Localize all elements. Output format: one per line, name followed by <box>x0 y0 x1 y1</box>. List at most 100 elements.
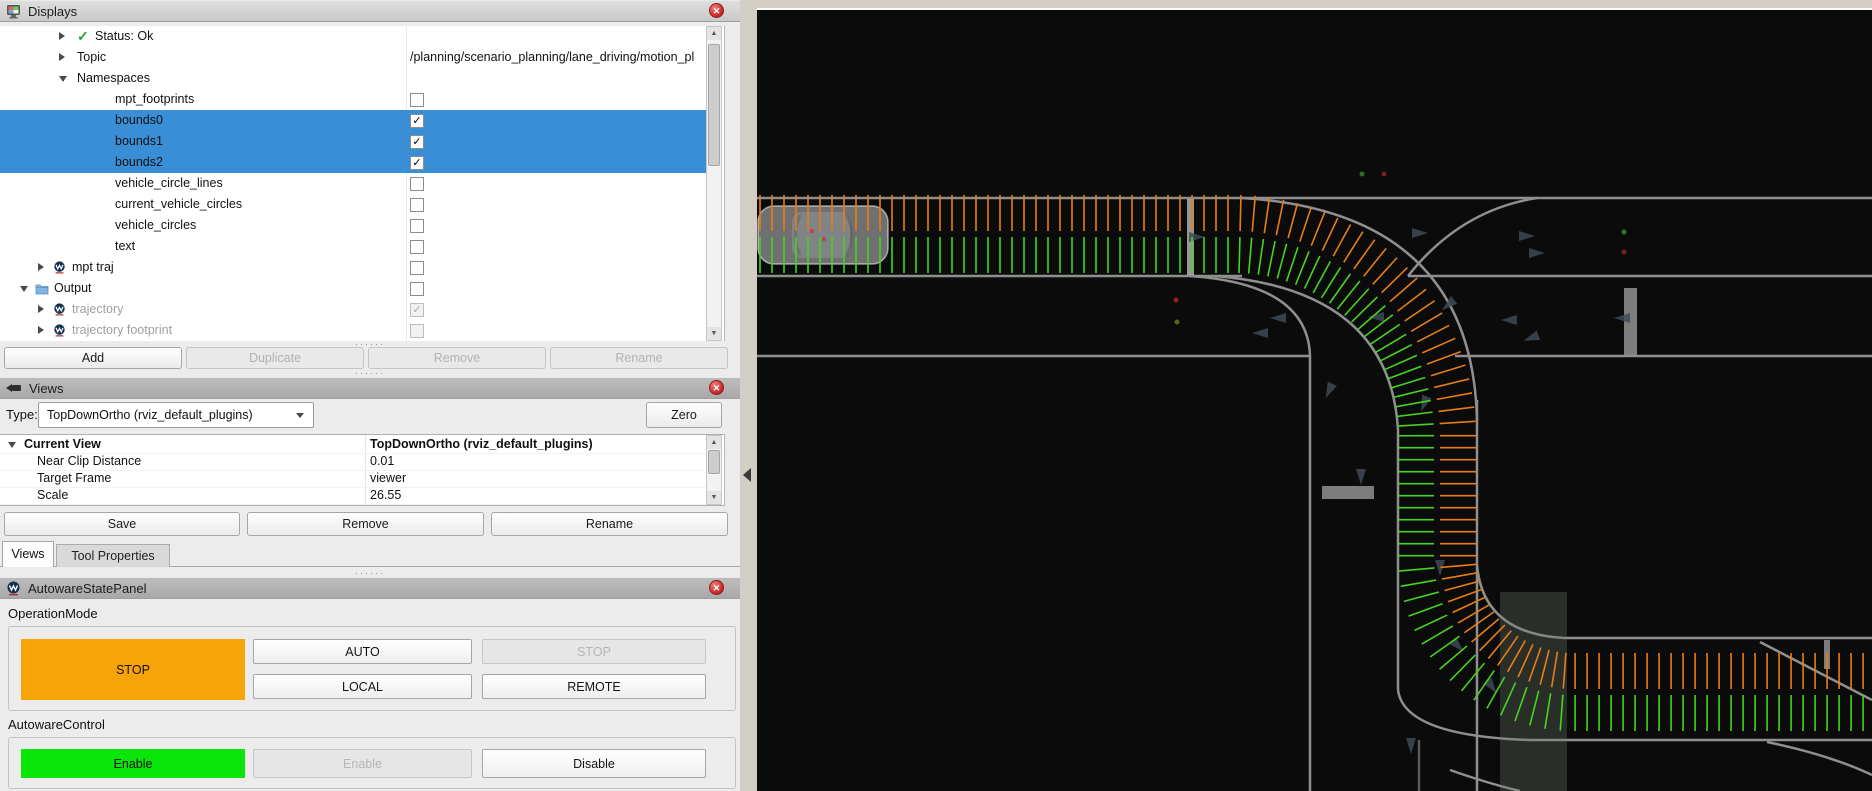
viewport-background <box>757 10 1872 791</box>
tree-row-status-ok[interactable]: ✓ Status: Ok <box>0 26 706 47</box>
tree-row-bounds2[interactable]: bounds2✓ <box>0 152 706 173</box>
property-value: 26.55 <box>370 487 401 504</box>
row-checkbox[interactable]: ✓ <box>410 135 424 149</box>
view-property-row[interactable]: Near Clip Distance 0.01 <box>0 453 706 471</box>
expand-right-icon[interactable] <box>59 53 65 61</box>
status-ok-check-icon: ✓ <box>77 26 89 47</box>
tree-row-label: vehicle_circle_lines <box>115 173 223 194</box>
views-remove-button[interactable]: Remove <box>247 512 484 536</box>
autoware-control-disable-button[interactable]: Disable <box>482 749 706 778</box>
views-close-icon[interactable]: ✕ <box>709 380 724 395</box>
displays-monitor-icon <box>6 4 21 19</box>
tree-row-label: Output <box>54 278 92 299</box>
expand-down-icon[interactable] <box>59 76 67 82</box>
row-checkbox[interactable]: ✓ <box>410 114 424 128</box>
row-checkbox[interactable] <box>410 282 424 296</box>
operation-mode-remote-button[interactable]: REMOTE <box>482 674 706 699</box>
tree-row-label: vehicle_circles <box>115 215 196 236</box>
view-property-row[interactable]: Target Frameviewer <box>0 470 706 488</box>
scrollbar-thumb[interactable] <box>708 44 720 166</box>
autoware-close-icon[interactable]: ✕ <box>709 580 724 595</box>
expand-right-icon[interactable] <box>38 305 44 313</box>
row-checkbox[interactable] <box>410 177 424 191</box>
views-panel-title: Views <box>29 381 63 396</box>
collapse-left-icon[interactable] <box>743 468 751 482</box>
row-checkbox[interactable]: ✓ <box>410 156 424 170</box>
displays-panel-title: Displays <box>28 4 77 19</box>
operation-mode-label: OperationMode <box>8 606 98 621</box>
tree-row-label: bounds0 <box>115 110 163 131</box>
expand-down-icon[interactable] <box>8 442 16 448</box>
displays-duplicate-button: Duplicate <box>186 347 364 369</box>
row-checkbox[interactable] <box>410 240 424 254</box>
displays-close-icon[interactable]: ✕ <box>709 3 724 18</box>
row-checkbox[interactable] <box>410 198 424 212</box>
scroll-up-icon[interactable]: ▲ <box>707 436 721 449</box>
scroll-down-icon[interactable]: ▼ <box>707 491 721 504</box>
property-label: Near Clip Distance <box>37 453 141 470</box>
expand-down-icon[interactable] <box>20 286 28 292</box>
autoware-control-status-badge: Enable <box>21 749 245 778</box>
tree-row-mpt-footprints[interactable]: mpt_footprints <box>0 89 706 110</box>
row-checkbox[interactable] <box>410 261 424 275</box>
autoware-panel-header[interactable]: AutowareStatePanel ✕ <box>0 577 740 599</box>
render-viewport[interactable] <box>757 10 1872 791</box>
view-property-row[interactable]: Scale 26.55 <box>0 487 706 505</box>
row-checkbox[interactable]: ✓ <box>410 303 424 317</box>
tab-tool-properties[interactable]: Tool Properties <box>56 544 170 567</box>
views-rename-button[interactable]: Rename <box>491 512 728 536</box>
operation-mode-auto-button[interactable]: AUTO <box>253 639 472 664</box>
tree-row-trajectory-footprint[interactable]: trajectory footprint <box>0 320 706 341</box>
tree-row-vehicle-circles[interactable]: vehicle_circles <box>0 215 706 236</box>
tab-views[interactable]: Views <box>2 541 54 567</box>
splitter-dots[interactable]: ······ <box>0 342 740 346</box>
tree-row-namespaces[interactable]: Namespaces <box>0 68 706 89</box>
autoware-logo-icon <box>6 581 21 596</box>
zero-button[interactable]: Zero <box>646 402 722 428</box>
scrollbar-thumb[interactable] <box>708 450 720 474</box>
tree-row-current-vehicle-circles[interactable]: current_vehicle_circles <box>0 194 706 215</box>
tree-row-label: Status: Ok <box>95 26 153 47</box>
splitter-dots[interactable]: ······ <box>0 571 740 575</box>
views-panel-header[interactable]: Views ✕ <box>0 377 740 399</box>
view-type-value: TopDownOrtho (rviz_default_plugins) <box>47 408 253 422</box>
dock-splitter[interactable] <box>740 0 757 791</box>
expand-right-icon[interactable] <box>38 263 44 271</box>
displays-scrollbar[interactable]: ▲ ▼ <box>706 26 722 341</box>
tree-row-label: trajectory <box>72 299 123 320</box>
tree-row-trajectory[interactable]: trajectory ✓ <box>0 299 706 320</box>
type-label: Type: <box>6 407 38 422</box>
tree-row-text[interactable]: text <box>0 236 706 257</box>
row-checkbox[interactable] <box>410 324 424 338</box>
displays-add-button[interactable]: Add <box>4 347 182 369</box>
property-label: Current View <box>24 436 101 453</box>
views-save-button[interactable]: Save <box>4 512 240 536</box>
view-property-row[interactable]: Current ViewTopDownOrtho (rviz_default_p… <box>0 436 706 454</box>
view-type-dropdown[interactable]: TopDownOrtho (rviz_default_plugins) <box>38 402 314 428</box>
tree-row-label: current_vehicle_circles <box>115 194 242 215</box>
views-property-tree[interactable]: Current ViewTopDownOrtho (rviz_default_p… <box>0 434 725 506</box>
expand-right-icon[interactable] <box>38 326 44 334</box>
tree-row-label: text <box>115 236 135 257</box>
displays-panel-header[interactable]: Displays ✕ <box>0 0 740 22</box>
tree-row-output[interactable]: Output <box>0 278 706 299</box>
property-value: 0.01 <box>370 453 394 470</box>
views-scrollbar[interactable]: ▲ ▼ <box>706 435 722 505</box>
scroll-down-icon[interactable]: ▼ <box>707 327 721 340</box>
row-checkbox[interactable] <box>410 93 424 107</box>
displays-tree[interactable]: ✓ Status: OkTopic/planning/scenario_plann… <box>0 26 725 341</box>
operation-mode-stop-button: STOP <box>482 639 706 664</box>
property-label: Scale <box>37 487 68 504</box>
scroll-up-icon[interactable]: ▲ <box>707 27 721 40</box>
tree-row-topic[interactable]: Topic/planning/scenario_planning/lane_dr… <box>0 47 706 68</box>
tree-row-bounds1[interactable]: bounds1✓ <box>0 131 706 152</box>
row-checkbox[interactable] <box>410 219 424 233</box>
expand-right-icon[interactable] <box>59 32 65 40</box>
tree-row-bounds0[interactable]: bounds0 ✓ <box>0 110 706 131</box>
tree-row-label: trajectory footprint <box>72 320 172 341</box>
splitter-dots[interactable]: ······ <box>0 371 740 375</box>
autoware-panel-title: AutowareStatePanel <box>28 581 147 596</box>
tree-row-vehicle-circle-lines[interactable]: vehicle_circle_lines <box>0 173 706 194</box>
tree-row-mpt-traj[interactable]: mpt traj <box>0 257 706 278</box>
operation-mode-local-button[interactable]: LOCAL <box>253 674 472 699</box>
